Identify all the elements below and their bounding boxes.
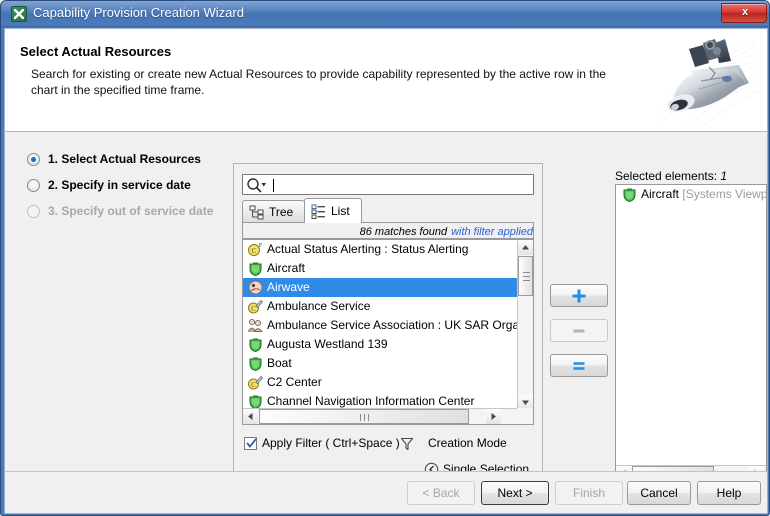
svg-text:C: C [251,305,256,313]
transfer-buttons [550,284,608,384]
selected-elements-count: 1 [720,169,728,183]
remove-button [550,319,608,342]
airwave-circle-icon [247,279,264,296]
list-item[interactable]: C Ambulance Service [243,297,518,316]
wizard-window: Capability Provision Creation Wizard x S… [0,0,770,516]
list-item[interactable]: C C2 Center [243,373,518,392]
list-horizontal-scrollbar[interactable] [243,408,518,424]
step-label: 2. Specify in service date [48,178,191,192]
list-vertical-scrollbar[interactable] [517,240,533,410]
tab-label: Tree [269,205,294,219]
space-shuttle-image [655,29,767,131]
resource-shield-icon [621,186,638,203]
list-item[interactable]: Boat [243,354,518,373]
tab-label: List [331,204,350,218]
back-button: < Back [407,481,475,505]
window-title: Capability Provision Creation Wizard [33,5,244,20]
actual-status-icon: C F [247,241,264,258]
service-wrench-icon: C [247,374,264,391]
selected-item-name: Aircraft [641,187,680,201]
filter-applied-text: with filter applied [451,226,533,238]
tree-icon [249,205,265,220]
step-label: 3. Specify out of service date [48,204,214,218]
resource-shield-icon [247,336,264,353]
selected-item-label: Aircraft [Systems Viewpo [641,187,767,201]
list-item-selected[interactable]: Airwave [243,278,518,297]
wizard-banner: Select Actual Resources Search for exist… [5,29,767,132]
scroll-up-icon[interactable] [518,240,533,255]
list-item[interactable]: Aircraft [243,259,518,278]
scrollbar-corner [517,408,533,424]
creation-mode-label: Creation Mode [428,436,507,450]
close-button[interactable]: x [721,3,767,23]
results-list[interactable]: C F Actual Status Alerting : Status Aler… [242,239,534,425]
list-item-label: Ambulance Service Association : UK SAR O… [267,318,518,332]
tab-tree[interactable]: Tree [242,200,305,223]
set-button[interactable] [550,354,608,377]
text-caret [273,179,274,192]
page-title: Select Actual Resources [20,44,172,59]
cancel-button[interactable]: Cancel [627,481,691,505]
list-item-label: Augusta Westland 139 [267,337,388,351]
selected-elements-title: Selected elements: 1 [615,169,727,183]
list-item-label: Actual Status Alerting : Status Alerting [267,242,469,256]
svg-text:C: C [251,381,256,389]
list-item-label: Aircraft [267,261,306,275]
search-panel: Tree List 86 matches found with filter a… [233,163,543,491]
apply-filter-label: Apply Filter ( Ctrl+Space ) [262,436,400,450]
app-icon [11,6,27,22]
tab-list[interactable]: List [304,198,362,223]
title-bar: Capability Provision Creation Wizard x [1,1,769,27]
resource-shield-icon [247,355,264,372]
scroll-left-icon[interactable] [243,409,258,424]
page-description: Search for existing or create new Actual… [31,67,606,97]
next-button[interactable]: Next > [481,481,549,505]
list-icon [311,204,327,219]
svg-text:C: C [252,247,257,255]
selected-list-item[interactable]: Aircraft [Systems Viewpo [616,185,766,204]
funnel-icon[interactable] [400,437,414,451]
list-item-label: Boat [267,356,292,370]
list-item[interactable]: C F Actual Status Alerting : Status Aler… [243,240,518,259]
help-button[interactable]: Help [697,481,761,505]
search-icon [246,177,268,193]
list-item-label: Channel Navigation Information Center [267,394,475,408]
service-wrench-icon: C [247,298,264,315]
results-list-inner: C F Actual Status Alerting : Status Aler… [243,240,518,410]
svg-text:F: F [259,243,263,249]
list-item[interactable]: Augusta Westland 139 [243,335,518,354]
finish-button: Finish [555,481,623,505]
list-item-label: C2 Center [267,375,322,389]
selected-elements-label: Selected elements: [615,169,718,183]
radio-icon [27,205,40,218]
selected-elements-list[interactable]: Aircraft [Systems Viewpo [615,184,767,482]
list-item[interactable]: Ambulance Service Association : UK SAR O… [243,316,518,335]
client-area: Select Actual Resources Search for exist… [4,28,768,514]
organization-icon [247,317,264,334]
step-label: 1. Select Actual Resources [48,152,201,166]
resource-shield-icon [247,260,264,277]
close-icon: x [741,6,749,18]
scroll-thumb-vertical[interactable] [518,256,533,296]
selected-item-meta: [Systems Viewpo [682,187,767,201]
steps-panel: 1. Select Actual Resources 2. Specify in… [13,141,225,489]
scroll-thumb-horizontal[interactable] [259,409,469,424]
search-input[interactable] [242,174,534,195]
wizard-button-bar: < Back Next > Finish Cancel Help [5,471,767,513]
list-item-label: Airwave [267,280,310,294]
apply-filter-checkbox[interactable] [244,437,257,450]
match-count-bar: 86 matches found with filter applied [242,222,534,239]
scroll-right-icon[interactable] [486,409,501,424]
radio-icon [27,153,40,166]
list-item-label: Ambulance Service [267,299,371,313]
match-count-text: 86 matches found [359,226,448,238]
add-button[interactable] [550,284,608,307]
radio-icon [27,179,40,192]
